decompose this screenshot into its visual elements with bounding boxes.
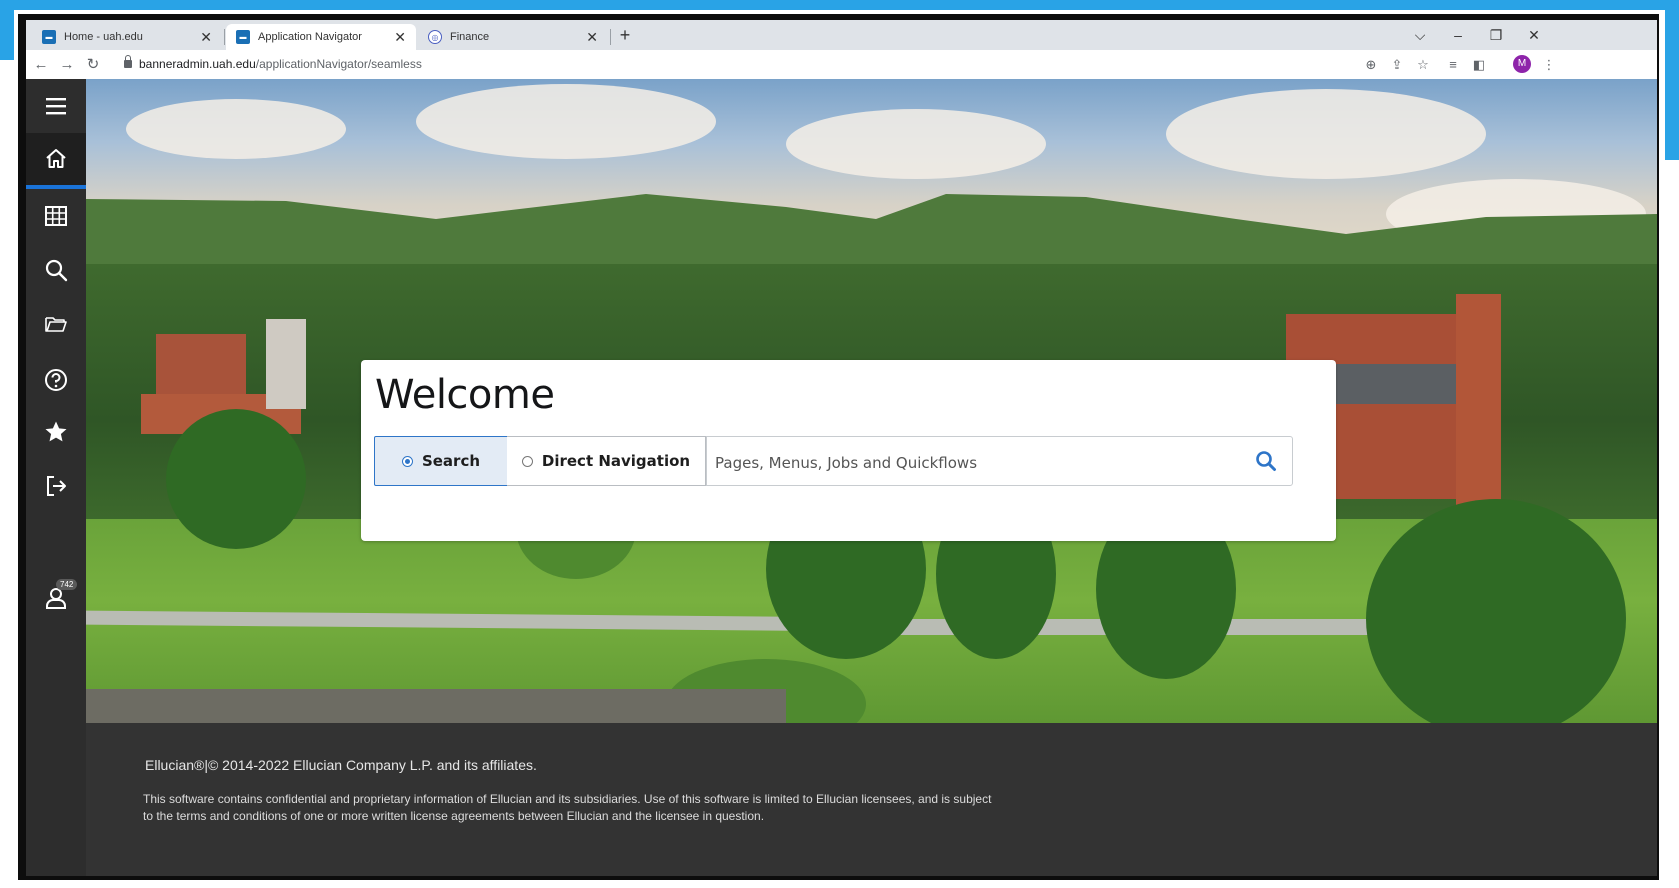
radio-checked-icon[interactable] [401,455,413,467]
help-icon[interactable] [26,353,86,407]
tab-label: Finance [450,31,490,43]
uah-favicon-icon: ▬ [42,30,56,44]
close-icon[interactable]: ✕ [586,29,598,46]
lock-icon [124,55,132,68]
menu-icon[interactable] [26,79,86,133]
reload-icon[interactable]: ↻ [82,54,104,76]
frame-accent-right [1665,0,1679,160]
direct-navigation-mode-option[interactable]: Direct Navigation [507,436,706,486]
share-icon[interactable]: ⇪ [1386,54,1408,76]
search-input[interactable] [713,450,1237,476]
tab-application-navigator[interactable]: ▬ Application Navigator ✕ [226,24,416,50]
search-box [706,436,1293,486]
frame-accent-top [0,0,1679,10]
building [156,334,246,394]
tab-home-uah[interactable]: ▬ Home - uah.edu ✕ [32,24,222,50]
cloud [786,109,1046,179]
tab-strip: ▬ Home - uah.edu ✕ ▬ Application Navigat… [26,20,1657,50]
tab-separator [610,29,611,45]
welcome-card: Welcome Search Direct Navigation [361,360,1336,541]
tab-search-chevron-icon[interactable]: ⌵ [1402,22,1438,48]
tab-finance[interactable]: ◎ Finance ✕ [418,24,608,50]
search-mode-option[interactable]: Search [374,436,508,486]
url-field[interactable]: banneradmin.uah.edu/applicationNavigator… [139,57,422,71]
zoom-icon[interactable]: ⊕ [1360,54,1382,76]
notification-count-badge: 742 [56,579,78,590]
tab-label: Home - uah.edu [64,31,143,43]
restore-icon[interactable]: ❐ [1478,22,1514,48]
cloud [416,84,716,159]
home-icon[interactable] [26,133,86,189]
url-host: banneradmin.uah.edu [139,57,256,71]
user-icon[interactable]: 742 [26,571,86,625]
uah-favicon-icon: ▬ [236,30,250,44]
search-icon[interactable] [1254,449,1278,473]
side-panel-icon[interactable]: ◧ [1468,54,1490,76]
cloud [1166,89,1486,179]
disclaimer-text: This software contains confidential and … [143,792,992,823]
reading-list-icon[interactable]: ≡ [1442,54,1464,76]
back-icon[interactable]: ← [30,54,52,76]
tree [1366,499,1626,723]
grid-icon[interactable] [26,189,86,243]
campus-background-image: Welcome Search Direct Navigation [86,79,1657,723]
plus-icon[interactable]: + [614,24,636,46]
minimize-icon[interactable]: – [1440,22,1476,48]
tab-separator [224,29,225,45]
window-close-icon[interactable]: ✕ [1516,22,1552,48]
pond [86,689,786,723]
browser-window: ▬ Home - uah.edu ✕ ▬ Application Navigat… [26,20,1657,876]
close-icon[interactable]: ✕ [200,29,212,46]
star-icon[interactable] [26,405,86,459]
more-options-icon[interactable]: ⋮ [1538,54,1560,76]
copyright-text: Ellucian®|© 2014-2022 Ellucian Company L… [145,757,537,773]
folder-icon[interactable] [26,297,86,351]
forward-icon[interactable]: → [56,54,78,76]
cloud [126,99,346,159]
url-path: /applicationNavigator/seamless [255,57,422,71]
sign-out-icon[interactable] [26,459,86,513]
profile-avatar[interactable]: M [1513,55,1531,73]
building [266,319,306,409]
tab-label: Application Navigator [258,31,362,43]
frame-accent-left [0,0,14,60]
finance-favicon-icon: ◎ [428,30,442,44]
radio-unchecked-icon[interactable] [521,455,533,467]
direct-navigation-label: Direct Navigation [541,452,691,470]
tree [166,409,306,549]
building [1456,294,1501,524]
bookmark-star-icon[interactable]: ☆ [1412,54,1434,76]
page-title: Welcome [375,372,555,418]
close-icon[interactable]: ✕ [394,29,406,46]
app-sidebar: 742 [26,79,86,876]
search-icon[interactable] [26,243,86,297]
page-footer: Ellucian®|© 2014-2022 Ellucian Company L… [86,723,1657,876]
search-mode-label: Search [421,452,481,470]
address-bar: ← → ↻ banneradmin.uah.edu/applicationNav… [26,50,1657,80]
